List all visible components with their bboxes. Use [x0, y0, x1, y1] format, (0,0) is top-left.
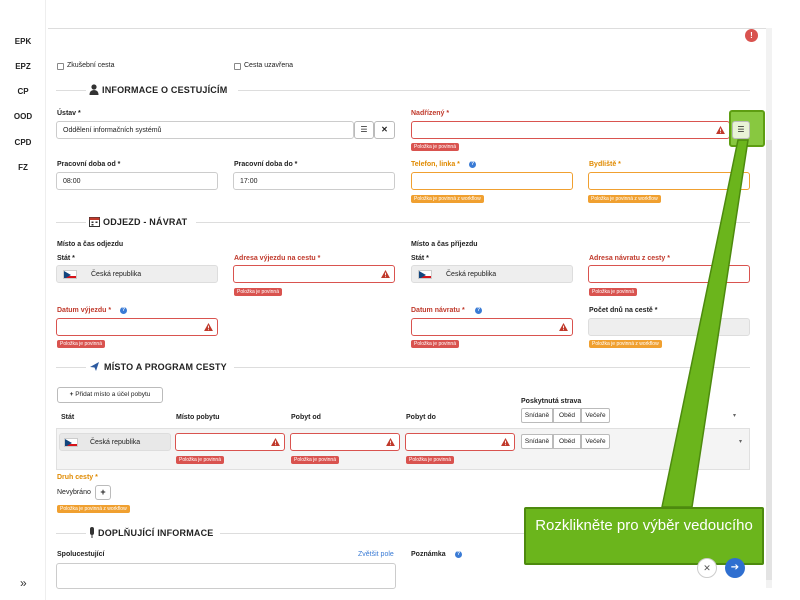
hint-callout: Rozklikněte pro výběr vedoucího — [524, 507, 764, 565]
arrow-right-icon[interactable]: ➔ — [725, 558, 745, 578]
close-icon[interactable]: ✕ — [697, 558, 717, 578]
